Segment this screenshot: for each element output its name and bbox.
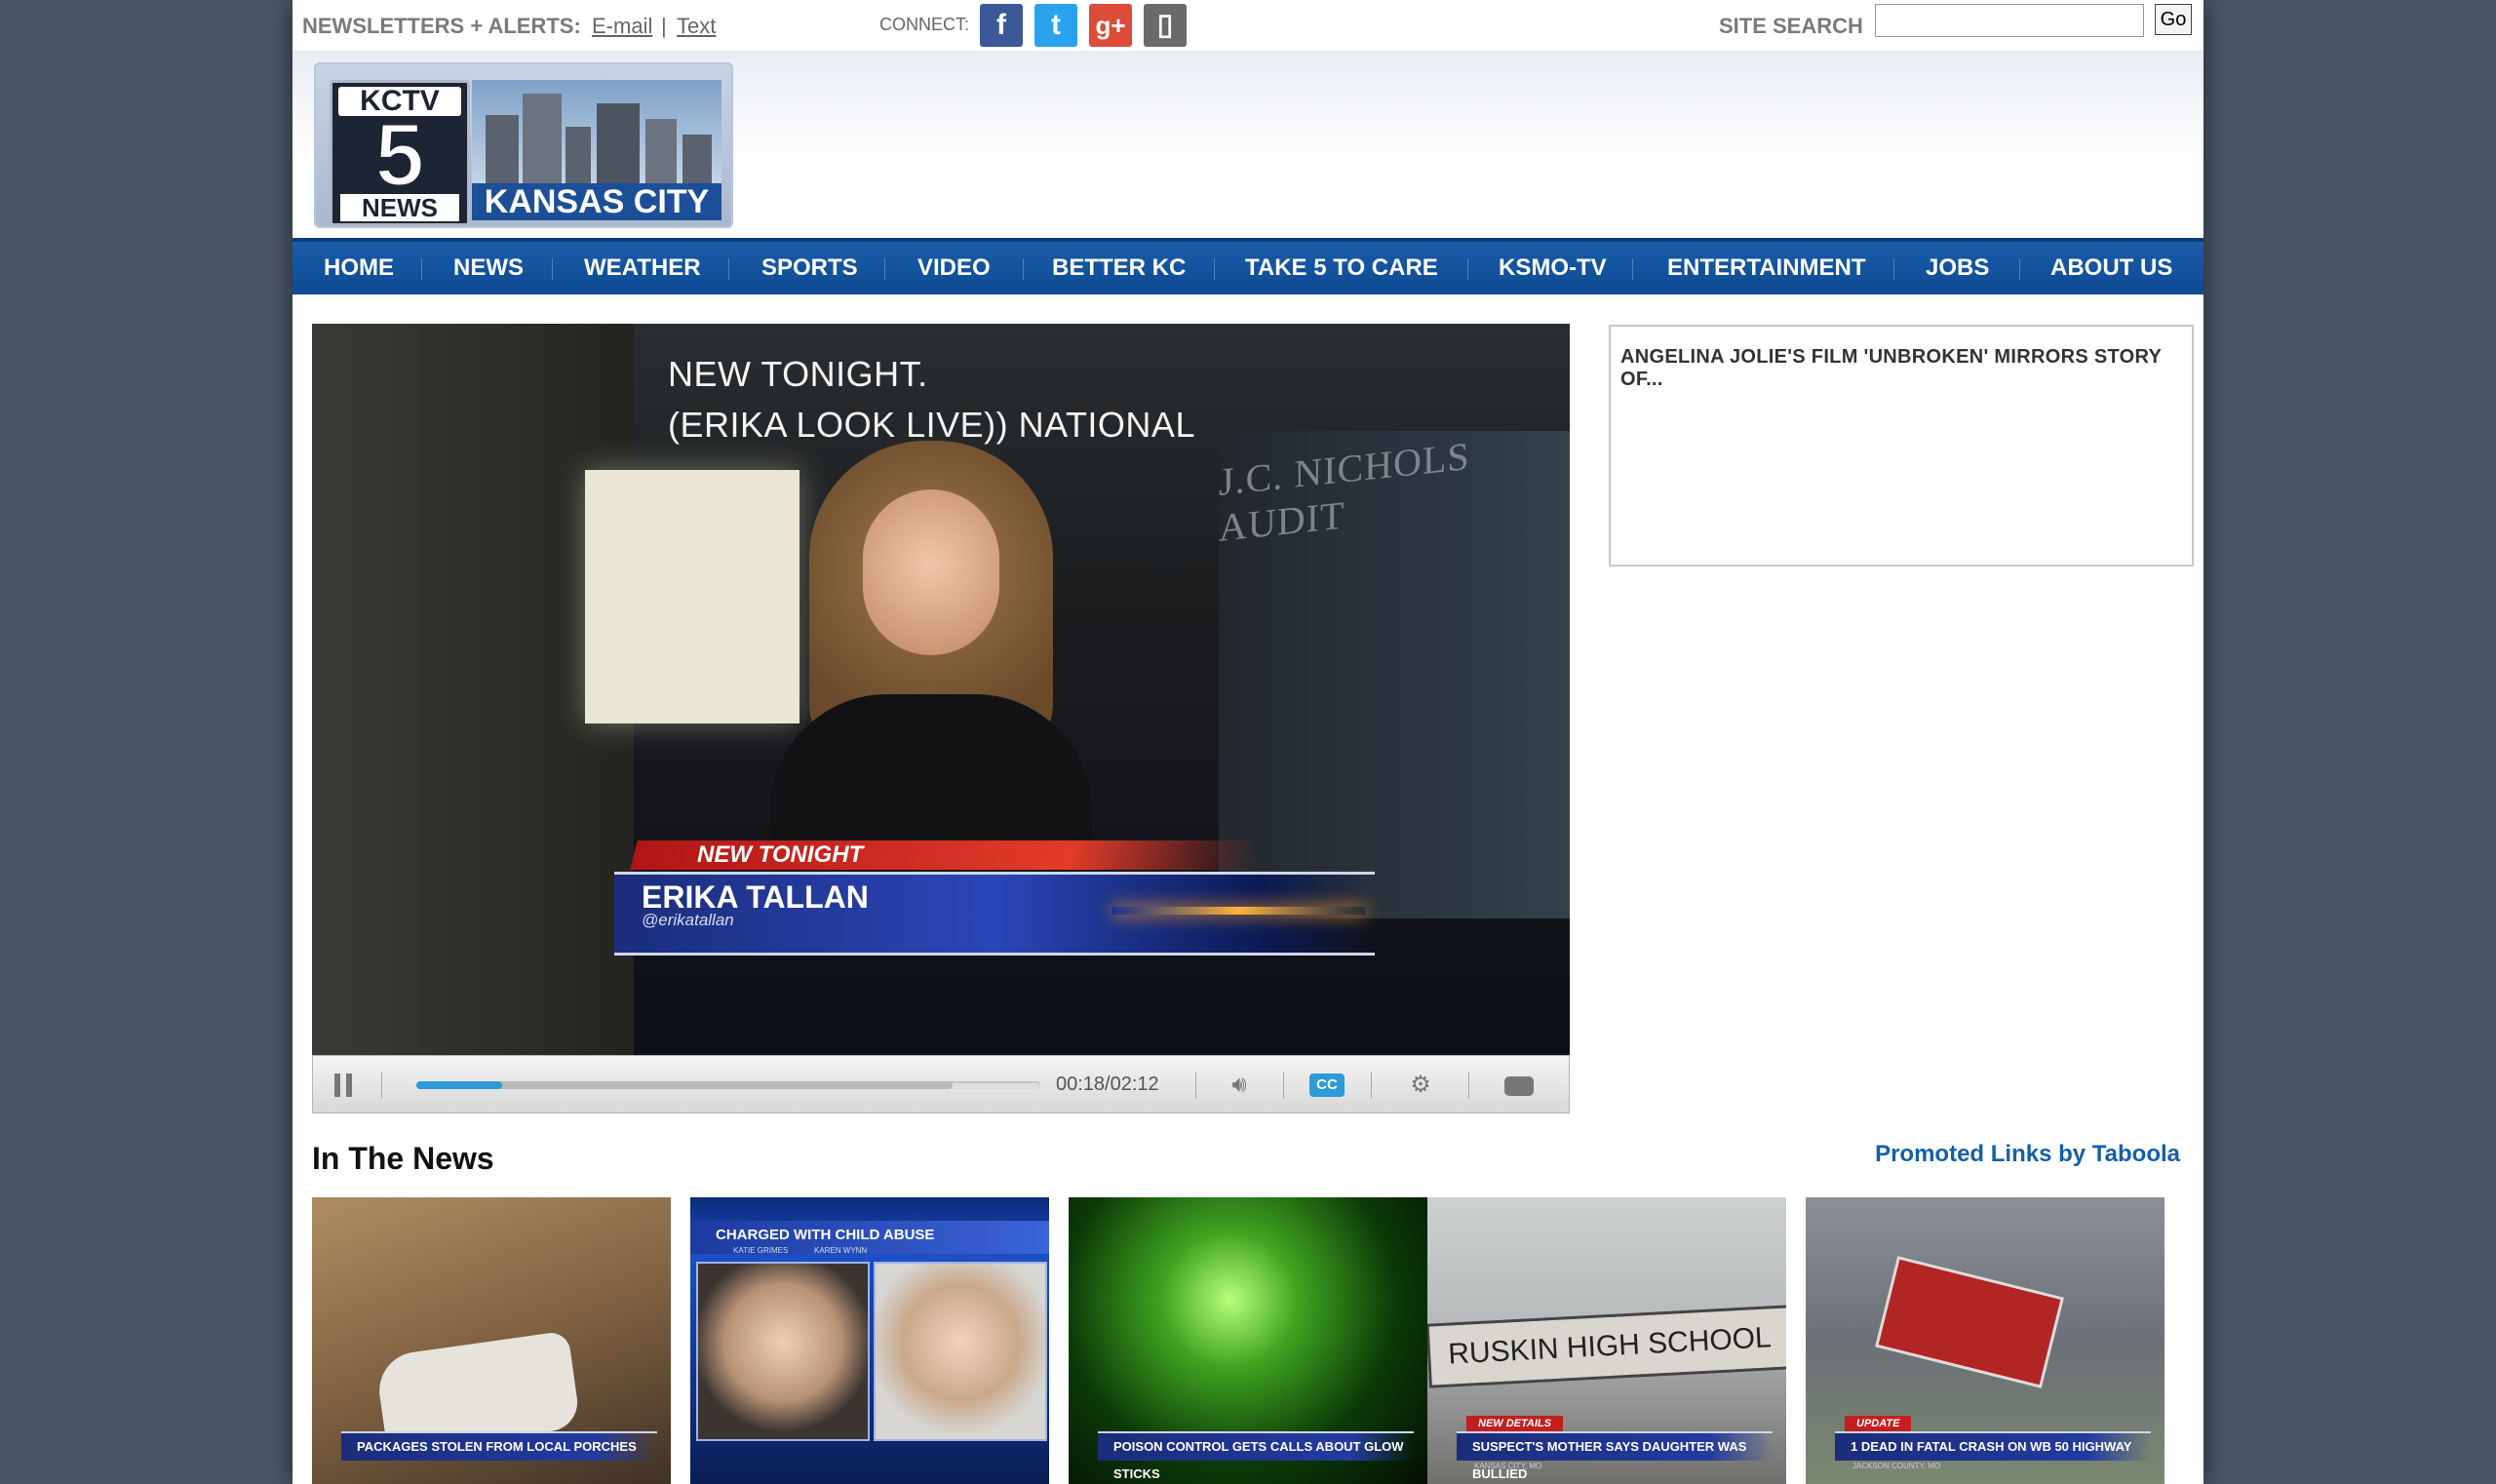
thumb-school-sign: RUSKIN HIGH SCHOOL (1427, 1305, 1786, 1388)
logo-five-text: 5 (373, 105, 426, 206)
settings-gear-icon[interactable]: ⚙ (1401, 1070, 1440, 1101)
overlay-line-2: (ERIKA LOOK LIVE)) NATIONAL (668, 405, 1195, 445)
top-bar: NEWSLETTERS + ALERTS: E-mail | Text CONN… (292, 0, 2204, 51)
text-alerts-link[interactable]: Text (677, 14, 716, 39)
main-nav: HOME NEWS WEATHER SPORTS VIDEO BETTER KC… (292, 238, 2204, 294)
nav-news[interactable]: NEWS (453, 242, 524, 294)
pause-icon[interactable] (334, 1074, 356, 1097)
overlay-line-1: NEW TONIGHT. (668, 354, 928, 394)
thumb-tag: UPDATE (1845, 1416, 1912, 1431)
news-thumb-child-abuse[interactable]: CHARGED WITH CHILD ABUSE KATIE GRIMES KA… (690, 1197, 1049, 1484)
site-search-label: SITE SEARCH (1719, 14, 1863, 38)
news-thumb-packages[interactable]: PACKAGES STOLEN FROM LOCAL PORCHES (312, 1197, 671, 1484)
time-display: 00:18/02:12 (1056, 1074, 1159, 1095)
logo-badge: KCTV 5 NEWS (330, 80, 470, 226)
thumb-location: KANSAS CITY, MO (1474, 1462, 1542, 1470)
closed-captions-icon[interactable]: CC (1309, 1074, 1345, 1097)
video-overlay-text: NEW TONIGHT. (ERIKA LOOK LIVE)) NATIONAL (668, 349, 1195, 450)
nav-entertainment[interactable]: ENTERTAINMENT (1667, 242, 1866, 294)
newsletters-label: NEWSLETTERS + ALERTS: (302, 14, 581, 38)
logo-skyline-image (472, 80, 722, 183)
nav-about-us[interactable]: ABOUT US (2050, 242, 2172, 294)
fullscreen-icon[interactable] (1504, 1076, 1534, 1096)
kctv5-logo[interactable]: KCTV 5 NEWS KANSAS CITY (314, 62, 733, 228)
logo-news-text: NEWS (340, 194, 459, 221)
nav-ksmo-tv[interactable]: KSMO-TV (1499, 242, 1607, 294)
video-player[interactable]: J.C. NICHOLS AUDIT NEW TONIGHT. (ERIKA L… (312, 324, 1570, 1113)
thumb-caption: POISON CONTROL GETS CALLS ABOUT GLOW STI… (1098, 1431, 1414, 1481)
lower-third-flare (1112, 907, 1365, 915)
in-the-news-heading: In The News (312, 1141, 494, 1176)
site-search-input[interactable] (1875, 4, 2144, 37)
nav-video[interactable]: VIDEO (917, 242, 991, 294)
lower-third-tag: NEW TONIGHT (697, 841, 864, 868)
volume-icon[interactable]: 🔊︎ (1220, 1070, 1259, 1101)
sidebar-headline-box: ANGELINA JOLIE'S FILM 'UNBROKEN' MIRRORS… (1609, 325, 2194, 566)
thumb-mugshot-2 (874, 1262, 1047, 1441)
page-container: NEWSLETTERS + ALERTS: E-mail | Text CONN… (292, 0, 2204, 1484)
search-go-button[interactable]: Go (2155, 4, 2192, 35)
video-frame[interactable]: J.C. NICHOLS AUDIT NEW TONIGHT. (ERIKA L… (312, 324, 1570, 1055)
thumb-caption: PACKAGES STOLEN FROM LOCAL PORCHES (341, 1431, 657, 1461)
progress-bar[interactable] (416, 1081, 1040, 1089)
email-alerts-link[interactable]: E-mail (592, 14, 652, 39)
video-controls: 00:18/02:12 🔊︎ CC ⚙ (312, 1055, 1570, 1113)
nav-better-kc[interactable]: BETTER KC (1052, 242, 1186, 294)
thumb-tag: NEW DETAILS (1466, 1416, 1563, 1431)
nav-jobs[interactable]: JOBS (1926, 242, 1989, 294)
thumb-fire-truck (1875, 1256, 2064, 1388)
nav-take-5-to-care[interactable]: TAKE 5 TO CARE (1245, 242, 1438, 294)
facebook-icon[interactable]: f (980, 4, 1023, 47)
thumb-location: JACKSON COUNTY, MO (1852, 1462, 1941, 1470)
thumb-mugshot-1 (696, 1262, 870, 1441)
sidebar-headline-link[interactable]: ANGELINA JOLIE'S FILM 'UNBROKEN' MIRRORS… (1620, 346, 2192, 391)
progress-played (416, 1081, 503, 1089)
lower-third-handle: @erikatallan (642, 911, 734, 929)
thumb-caption: 1 DEAD IN FATAL CRASH ON WB 50 HIGHWAY (1835, 1431, 2151, 1461)
connect-label: CONNECT: (879, 15, 970, 34)
thumb-names: KATIE GRIMES KAREN WYNN (733, 1246, 868, 1255)
site-header: KCTV 5 NEWS KANSAS CITY (292, 51, 2204, 238)
taboola-promoted-link[interactable]: Promoted Links by Taboola (1875, 1141, 2180, 1168)
mobile-icon[interactable]: ▯ (1144, 4, 1187, 47)
twitter-icon[interactable]: t (1034, 4, 1077, 47)
nav-home[interactable]: HOME (324, 242, 394, 294)
news-thumb-fatal-crash[interactable]: UPDATE 1 DEAD IN FATAL CRASH ON WB 50 HI… (1806, 1197, 2164, 1484)
news-thumb-glow-sticks[interactable]: POISON CONTROL GETS CALLS ABOUT GLOW STI… (1069, 1197, 1427, 1484)
nav-weather[interactable]: WEATHER (584, 242, 701, 294)
google-plus-icon[interactable]: g+ (1089, 4, 1132, 47)
nav-sports[interactable]: SPORTS (761, 242, 858, 294)
logo-kansas-city-text: KANSAS CITY (472, 183, 722, 220)
video-background-display (585, 470, 800, 723)
link-separator: | (661, 14, 667, 38)
news-thumb-ruskin[interactable]: RUSKIN HIGH SCHOOL NEW DETAILS SUSPECT'S… (1427, 1197, 1786, 1484)
thumb-caption: SUSPECT'S MOTHER SAYS DAUGHTER WAS BULLI… (1457, 1431, 1773, 1481)
